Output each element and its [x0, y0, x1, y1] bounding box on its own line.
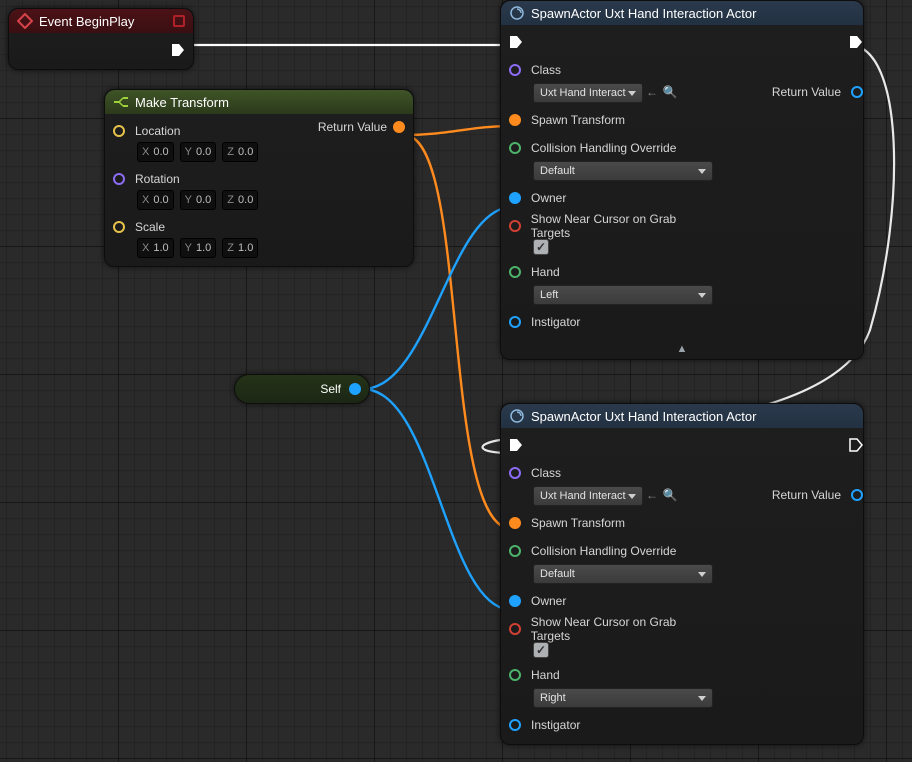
node-title: Make Transform [135, 95, 229, 110]
hand-dropdown[interactable]: Left [533, 285, 713, 305]
hand-pin[interactable] [509, 266, 521, 278]
node-title: SpawnActor Uxt Hand Interaction Actor [531, 409, 756, 424]
spawn-transform-pin[interactable] [509, 114, 521, 126]
node-title: SpawnActor Uxt Hand Interaction Actor [531, 6, 756, 21]
instigator-pin[interactable] [509, 719, 521, 731]
instigator-label: Instigator [531, 718, 580, 732]
chevron-down-icon [628, 91, 636, 96]
return-value-pin[interactable] [393, 121, 405, 133]
exec-in-pin[interactable] [509, 35, 523, 49]
owner-pin[interactable] [509, 192, 521, 204]
node-header[interactable]: SpawnActor Uxt Hand Interaction Actor [501, 1, 863, 25]
chevron-down-icon [628, 494, 636, 499]
owner-pin[interactable] [509, 595, 521, 607]
show-near-pin[interactable] [509, 623, 521, 635]
return-value-label: Return Value [318, 120, 387, 134]
owner-label: Owner [531, 191, 566, 205]
spawn-transform-label: Spawn Transform [531, 113, 625, 127]
spawn-transform-pin[interactable] [509, 517, 521, 529]
return-value-label: Return Value [772, 488, 841, 502]
location-z-input[interactable]: Z0.0 [222, 142, 258, 162]
function-icon [509, 408, 525, 424]
scale-x-input[interactable]: X1.0 [137, 238, 174, 258]
exec-out-pin[interactable] [849, 438, 863, 452]
expand-node-button[interactable]: ▲ [501, 341, 863, 359]
rotation-pin[interactable] [113, 173, 125, 185]
collision-dropdown[interactable]: Default [533, 161, 713, 181]
self-label: Self [320, 382, 341, 396]
collision-pin[interactable] [509, 545, 521, 557]
return-value-pin[interactable] [851, 489, 863, 501]
node-title: Event BeginPlay [39, 14, 134, 29]
chevron-down-icon [698, 169, 706, 174]
function-icon [509, 5, 525, 21]
browse-asset-button[interactable]: ← [643, 486, 661, 504]
class-dropdown[interactable]: Uxt Hand Interact [533, 83, 643, 103]
find-asset-button[interactable]: 🔍 [661, 83, 679, 101]
show-near-checkbox[interactable]: ✓ [533, 239, 549, 255]
class-pin[interactable] [509, 467, 521, 479]
class-pin[interactable] [509, 64, 521, 76]
make-struct-icon [113, 94, 129, 110]
rotation-y-input[interactable]: Y0.0 [180, 190, 217, 210]
collision-pin[interactable] [509, 142, 521, 154]
location-pin[interactable] [113, 125, 125, 137]
owner-label: Owner [531, 594, 566, 608]
instigator-pin[interactable] [509, 316, 521, 328]
scale-z-input[interactable]: Z1.0 [222, 238, 258, 258]
hand-dropdown[interactable]: Right [533, 688, 713, 708]
rotation-z-input[interactable]: Z0.0 [222, 190, 258, 210]
node-header[interactable]: Event BeginPlay [9, 9, 193, 33]
browse-asset-button[interactable]: ← [643, 83, 661, 101]
self-out-pin[interactable] [349, 383, 361, 395]
chevron-down-icon [698, 293, 706, 298]
class-label: Class [531, 63, 561, 77]
hand-label: Hand [531, 668, 560, 682]
collision-dropdown[interactable]: Default [533, 564, 713, 584]
scale-y-input[interactable]: Y1.0 [180, 238, 217, 258]
find-asset-button[interactable]: 🔍 [661, 486, 679, 504]
hand-label: Hand [531, 265, 560, 279]
show-near-pin[interactable] [509, 220, 521, 232]
class-dropdown[interactable]: Uxt Hand Interact [533, 486, 643, 506]
return-value-pin[interactable] [851, 86, 863, 98]
chevron-down-icon [698, 696, 706, 701]
return-value-label: Return Value [772, 85, 841, 99]
scale-label: Scale [135, 220, 165, 234]
rotation-label: Rotation [135, 172, 180, 186]
make-transform-node[interactable]: Make Transform Location X0.0 Y0.0 Z0.0 R… [104, 89, 414, 267]
exec-out-pin[interactable] [171, 43, 185, 57]
collision-label: Collision Handling Override [531, 544, 676, 558]
event-icon [17, 13, 33, 29]
location-label: Location [135, 124, 180, 138]
collision-label: Collision Handling Override [531, 141, 676, 155]
hand-pin[interactable] [509, 669, 521, 681]
exec-out-pin[interactable] [849, 35, 863, 49]
exec-in-pin[interactable] [509, 438, 523, 452]
rotation-x-input[interactable]: X0.0 [137, 190, 174, 210]
spawn-actor-node-2[interactable]: SpawnActor Uxt Hand Interaction Actor Cl… [500, 403, 864, 745]
class-label: Class [531, 466, 561, 480]
node-header[interactable]: SpawnActor Uxt Hand Interaction Actor [501, 404, 863, 428]
location-x-input[interactable]: X0.0 [137, 142, 174, 162]
self-node[interactable]: Self [234, 374, 370, 404]
scale-pin[interactable] [113, 221, 125, 233]
show-near-checkbox[interactable]: ✓ [533, 642, 549, 658]
location-y-input[interactable]: Y0.0 [180, 142, 217, 162]
instigator-label: Instigator [531, 315, 580, 329]
spawn-actor-node-1[interactable]: SpawnActor Uxt Hand Interaction Actor Cl… [500, 0, 864, 360]
show-near-label: Show Near Cursor on Grab Targets [531, 212, 713, 240]
event-beginplay-node[interactable]: Event BeginPlay [8, 8, 194, 70]
delegate-pin[interactable] [173, 15, 185, 27]
show-near-label: Show Near Cursor on Grab Targets [531, 615, 713, 643]
spawn-transform-label: Spawn Transform [531, 516, 625, 530]
chevron-down-icon [698, 572, 706, 577]
node-header[interactable]: Make Transform [105, 90, 413, 114]
